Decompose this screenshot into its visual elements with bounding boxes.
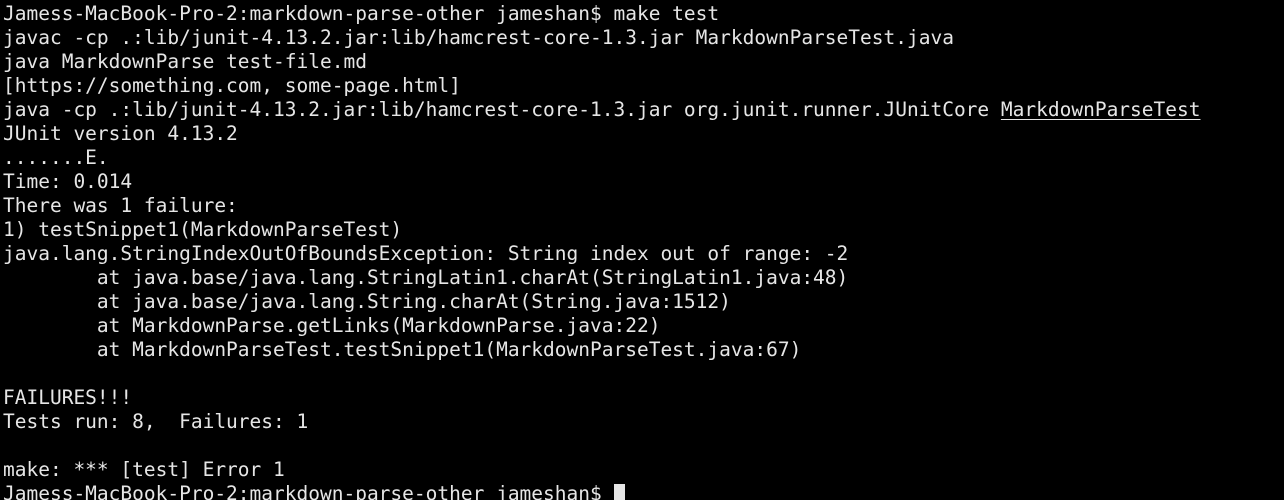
- text-cursor: [614, 484, 626, 500]
- output-line: java -cp .:lib/junit-4.13.2.jar:lib/hamc…: [3, 98, 1284, 122]
- output-line: There was 1 failure:: [3, 194, 238, 217]
- terminal-window[interactable]: Jamess-MacBook-Pro-2:markdown-parse-othe…: [0, 0, 1284, 500]
- exception-line: java.lang.StringIndexOutOfBoundsExceptio…: [3, 242, 849, 265]
- output-line: javac -cp .:lib/junit-4.13.2.jar:lib/ham…: [3, 26, 954, 49]
- output-line: JUnit version 4.13.2: [3, 122, 238, 145]
- stack-trace-line: at MarkdownParseTest.testSnippet1(Markdo…: [3, 338, 802, 361]
- stack-trace-line: at java.base/java.lang.StringLatin1.char…: [3, 266, 849, 289]
- prompt-text: Jamess-MacBook-Pro-2:markdown-parse-othe…: [3, 482, 614, 500]
- stack-trace-line: at MarkdownParse.getLinks(MarkdownParse.…: [3, 314, 661, 337]
- output-line: Time: 0.014: [3, 170, 133, 193]
- output-line: FAILURES!!!: [3, 386, 133, 409]
- prompt-line[interactable]: Jamess-MacBook-Pro-2:markdown-parse-othe…: [3, 482, 1284, 500]
- stack-trace-line: at java.base/java.lang.String.charAt(Str…: [3, 290, 731, 313]
- output-line: 1) testSnippet1(MarkdownParseTest): [3, 218, 403, 241]
- output-text: java -cp .:lib/junit-4.13.2.jar:lib/hamc…: [3, 98, 1001, 121]
- output-line: java MarkdownParse test-file.md: [3, 50, 367, 73]
- class-link[interactable]: MarkdownParseTest: [1001, 98, 1201, 121]
- prompt-line: Jamess-MacBook-Pro-2:markdown-parse-othe…: [3, 2, 720, 25]
- output-line: [https://something.com, some-page.html]: [3, 74, 461, 97]
- output-line: Tests run: 8, Failures: 1: [3, 410, 309, 433]
- output-line: .......E.: [3, 146, 109, 169]
- output-line: make: *** [test] Error 1: [3, 458, 285, 481]
